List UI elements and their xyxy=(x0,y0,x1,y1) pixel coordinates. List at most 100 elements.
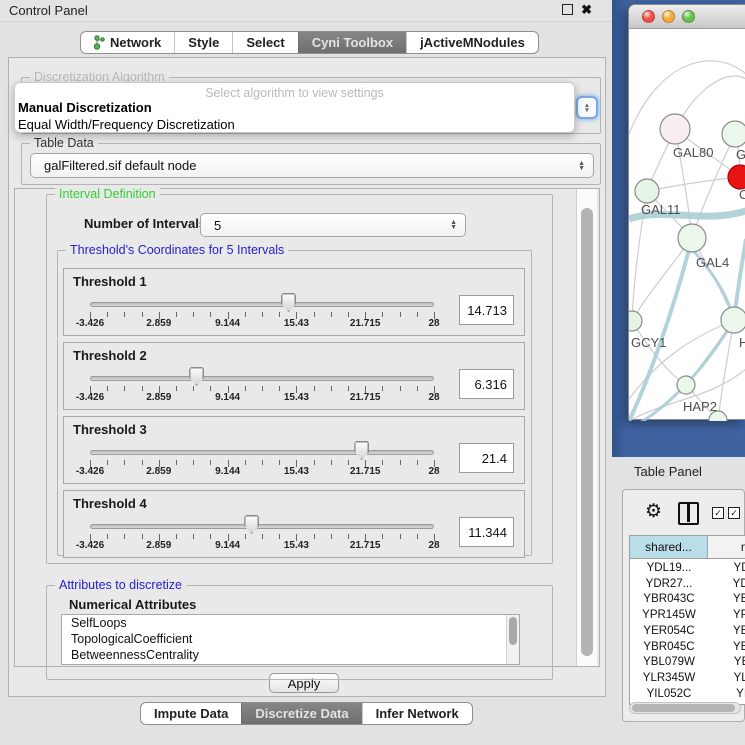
number-of-intervals-combobox[interactable]: 5 ▲▼ xyxy=(200,213,466,237)
slider-tick xyxy=(176,534,177,539)
table-cell[interactable]: YIL0 xyxy=(708,686,745,702)
slider-tick-label: 2.859 xyxy=(146,318,171,329)
minimize-traffic-light[interactable] xyxy=(662,10,675,23)
algorithm-dropdown-popup: Select algorithm to view settings Manual… xyxy=(14,82,575,133)
table-cell[interactable]: YDR2 xyxy=(708,576,745,592)
table-cell[interactable]: YDL1 xyxy=(708,560,745,576)
algorithm-option-equal-width[interactable]: Equal Width/Frequency Discretization xyxy=(18,117,235,132)
column-header[interactable]: na xyxy=(708,536,745,559)
bottom-tab-bar: Impute DataDiscretize DataInfer Network xyxy=(140,702,473,725)
checkbox-icon[interactable]: ✓ xyxy=(712,507,724,519)
table-cell[interactable]: YBL079W xyxy=(630,654,708,670)
slider-tick xyxy=(348,460,349,465)
threshold-slider-track[interactable] xyxy=(90,450,434,455)
slider-tick xyxy=(262,312,263,317)
network-window-titlebar[interactable] xyxy=(629,5,745,29)
algorithm-hint: Select algorithm to view settings xyxy=(15,86,574,100)
algorithm-combobox-spinner[interactable]: ▲▼ xyxy=(576,96,598,119)
table-cell[interactable]: YBR043C xyxy=(630,591,708,607)
table-cell[interactable]: YBR0 xyxy=(708,639,745,655)
attribute-item[interactable]: BetweennessCentrality xyxy=(62,647,519,663)
table-cell[interactable]: YLR345W xyxy=(630,670,708,686)
slider-tick-label: 28 xyxy=(428,318,439,329)
attribute-item[interactable]: SelfLoops xyxy=(62,615,519,631)
threshold-value-field[interactable]: 14.713 xyxy=(459,295,514,325)
tab-select[interactable]: Select xyxy=(232,32,297,53)
network-node[interactable] xyxy=(635,179,659,203)
table-cell[interactable]: YPR1 xyxy=(708,607,745,623)
close-icon[interactable]: ✖ xyxy=(581,4,592,15)
attributes-scrollbar-thumb[interactable] xyxy=(509,617,517,645)
slider-tick xyxy=(245,312,246,317)
tab-infer-network[interactable]: Infer Network xyxy=(362,703,472,724)
network-icon xyxy=(94,35,105,50)
tab-network[interactable]: Network xyxy=(81,32,174,53)
table-cell[interactable]: YBL0 xyxy=(708,654,745,670)
close-traffic-light[interactable] xyxy=(642,10,655,23)
float-window-icon[interactable] xyxy=(562,4,573,15)
slider-tick xyxy=(331,312,332,317)
columns-icon[interactable] xyxy=(678,502,699,525)
column-header[interactable]: shared... xyxy=(630,536,708,559)
numerical-attributes-list[interactable]: SelfLoopsTopologicalCoefficientBetweenne… xyxy=(61,614,520,665)
network-node[interactable] xyxy=(678,224,706,252)
tab-cyni-toolbox[interactable]: Cyni Toolbox xyxy=(298,32,406,53)
threshold-slider-thumb[interactable] xyxy=(244,515,259,534)
threshold-slider-thumb[interactable] xyxy=(189,367,204,386)
threshold-slider-thumb[interactable] xyxy=(281,293,296,312)
threshold-value-field[interactable]: 11.344 xyxy=(459,517,514,547)
threshold-value-field[interactable]: 6.316 xyxy=(459,369,514,399)
threshold-slider-track[interactable] xyxy=(90,524,434,529)
tab-jactivemnodules[interactable]: jActiveMNodules xyxy=(406,32,538,53)
network-edge xyxy=(647,177,740,191)
settings-scrollbar[interactable] xyxy=(576,189,597,666)
algorithm-option-manual[interactable]: Manual Discretization xyxy=(18,100,152,115)
threshold-slider-track[interactable] xyxy=(90,376,434,381)
slider-tick xyxy=(193,460,194,465)
table-cell[interactable]: YBR0 xyxy=(708,591,745,607)
table-hscrollbar-thumb[interactable] xyxy=(632,704,735,712)
table-cell[interactable]: YIL052C xyxy=(630,686,708,702)
slider-tick xyxy=(262,534,263,539)
network-view-window: GAL80GGAL11CGAL4GCY1HHAP2 xyxy=(628,4,745,420)
numerical-attributes-label: Numerical Attributes xyxy=(69,597,196,612)
slider-tick xyxy=(262,460,263,465)
table-cell[interactable]: YBR045C xyxy=(630,639,708,655)
slider-tick xyxy=(176,460,177,465)
table-data-combobox[interactable]: galFiltered.sif default node ▲▼ xyxy=(30,153,594,178)
table-data-value: galFiltered.sif default node xyxy=(31,158,196,173)
threshold-slider-track[interactable] xyxy=(90,302,434,307)
network-node[interactable] xyxy=(660,114,690,144)
table-cell[interactable]: YPR145W xyxy=(630,607,708,623)
network-node[interactable] xyxy=(721,307,745,333)
tab-impute-data[interactable]: Impute Data xyxy=(141,703,241,724)
threshold-slider-thumb[interactable] xyxy=(354,441,369,460)
table-cell[interactable]: YLR3 xyxy=(708,670,745,686)
network-node[interactable] xyxy=(677,376,695,394)
network-node[interactable] xyxy=(722,121,745,147)
network-node[interactable] xyxy=(629,311,642,331)
gear-icon[interactable]: ⚙ xyxy=(645,500,662,523)
table-data-label: Table Data xyxy=(30,136,98,150)
table-cell[interactable]: YDR27... xyxy=(630,576,708,592)
table-cell[interactable]: YDL19... xyxy=(630,560,708,576)
slider-tick xyxy=(124,386,125,391)
attribute-item[interactable]: TopologicalCoefficient xyxy=(62,631,519,647)
network-node[interactable] xyxy=(728,165,745,189)
slider-tick xyxy=(107,386,108,391)
tab-style[interactable]: Style xyxy=(174,32,232,53)
threshold-value-field[interactable]: 21.4 xyxy=(459,443,514,473)
network-canvas[interactable]: GAL80GGAL11CGAL4GCY1HHAP2 xyxy=(629,29,745,421)
table-cell[interactable]: YER0 xyxy=(708,623,745,639)
slider-tick-label: 15.43 xyxy=(284,318,309,329)
node-table[interactable]: shared...naYDL19...YDL1YDR27...YDR2YBR04… xyxy=(629,535,745,705)
slider-tick xyxy=(124,312,125,317)
attributes-scrollbar[interactable] xyxy=(506,615,519,664)
checkbox-icon[interactable]: ✓ xyxy=(728,507,740,519)
table-cell[interactable]: YER054C xyxy=(630,623,708,639)
table-horizontal-scrollbar[interactable] xyxy=(629,702,741,714)
tab-discretize-data[interactable]: Discretize Data xyxy=(241,703,361,724)
zoom-traffic-light[interactable] xyxy=(682,10,695,23)
settings-scrollbar-thumb[interactable] xyxy=(581,208,593,656)
slider-tick xyxy=(262,386,263,391)
